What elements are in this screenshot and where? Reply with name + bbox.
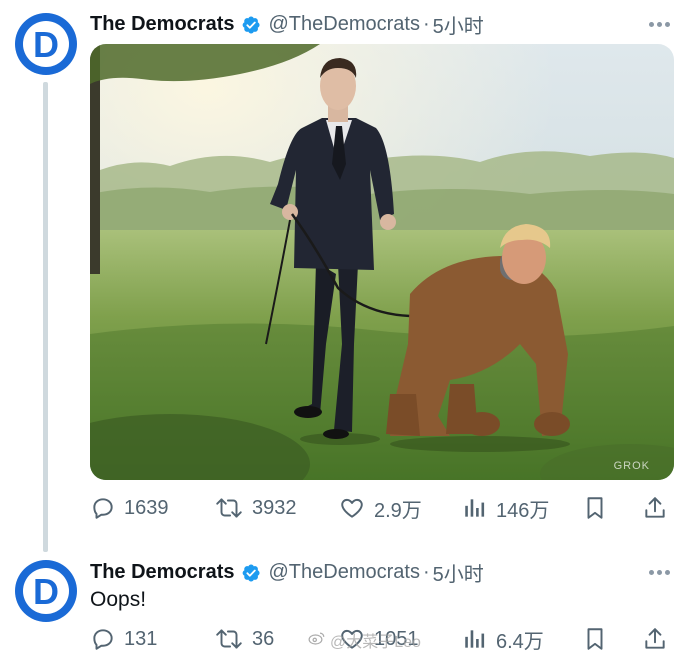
reply-button[interactable]: 131 bbox=[90, 624, 157, 654]
retweet-count: 36 bbox=[252, 627, 275, 650]
share-button[interactable] bbox=[642, 624, 668, 654]
bookmark-button[interactable] bbox=[582, 493, 608, 523]
more-icon[interactable] bbox=[649, 570, 670, 575]
author-handle[interactable]: @TheDemocrats bbox=[269, 13, 420, 36]
verified-badge-icon bbox=[241, 15, 261, 35]
timestamp[interactable]: 5小时 bbox=[433, 558, 484, 587]
weibo-icon bbox=[308, 630, 326, 651]
avatar-logo: D bbox=[23, 21, 69, 67]
page-watermark: @大菜子Leo bbox=[308, 628, 421, 652]
share-icon bbox=[642, 494, 668, 522]
retweet-button[interactable]: 36 bbox=[214, 624, 274, 654]
tweet-media-image[interactable]: GROK bbox=[90, 44, 674, 480]
media-watermark: GROK bbox=[613, 460, 650, 472]
author-handle[interactable]: @TheDemocrats bbox=[269, 561, 420, 584]
tweet-header: The Democrats @TheDemocrats · 5小时 bbox=[90, 558, 484, 587]
bookmark-button[interactable] bbox=[582, 624, 608, 654]
retweet-icon bbox=[214, 495, 244, 521]
reply-count: 131 bbox=[124, 627, 158, 650]
views-icon bbox=[462, 495, 488, 521]
reply-icon bbox=[90, 626, 116, 652]
separator-dot: · bbox=[422, 561, 430, 583]
timestamp[interactable]: 5小时 bbox=[433, 10, 484, 39]
like-icon bbox=[338, 495, 366, 521]
bookmark-icon bbox=[582, 494, 608, 522]
author-name[interactable]: The Democrats bbox=[90, 561, 235, 584]
views-button[interactable]: 6.4万 bbox=[462, 624, 544, 654]
reply-icon bbox=[90, 495, 116, 521]
tweet-actions: 1639 3932 2.9万 146万 bbox=[90, 493, 674, 523]
like-count: 2.9万 bbox=[374, 499, 422, 522]
separator-dot: · bbox=[422, 13, 430, 35]
retweet-icon bbox=[214, 626, 244, 652]
bookmark-icon bbox=[582, 625, 608, 653]
retweet-count: 3932 bbox=[252, 496, 297, 519]
avatar[interactable]: D bbox=[15, 560, 77, 622]
avatar-letter: D bbox=[33, 571, 59, 612]
share-icon bbox=[642, 625, 668, 653]
views-icon bbox=[462, 626, 488, 652]
tweet-text: Oops! bbox=[90, 588, 147, 611]
watermark-text: @大菜子Leo bbox=[330, 634, 421, 651]
avatar[interactable]: D bbox=[15, 13, 77, 75]
avatar-logo: D bbox=[23, 568, 69, 614]
tweet-header: The Democrats @TheDemocrats · 5小时 bbox=[90, 10, 484, 39]
avatar-letter: D bbox=[33, 24, 59, 65]
like-button[interactable]: 2.9万 bbox=[338, 493, 422, 523]
verified-badge-icon bbox=[241, 563, 261, 583]
author-name[interactable]: The Democrats bbox=[90, 13, 235, 36]
views-count: 146万 bbox=[496, 499, 550, 522]
more-icon[interactable] bbox=[649, 22, 670, 27]
share-button[interactable] bbox=[642, 493, 668, 523]
tweet[interactable]: D The Democrats @TheDemocrats · 5小时 GROK… bbox=[0, 0, 690, 552]
views-button[interactable]: 146万 bbox=[462, 493, 549, 523]
views-count: 6.4万 bbox=[496, 630, 544, 653]
reply-count: 1639 bbox=[124, 496, 169, 519]
retweet-button[interactable]: 3932 bbox=[214, 493, 297, 523]
reply-button[interactable]: 1639 bbox=[90, 493, 169, 523]
thread-line bbox=[43, 82, 48, 552]
